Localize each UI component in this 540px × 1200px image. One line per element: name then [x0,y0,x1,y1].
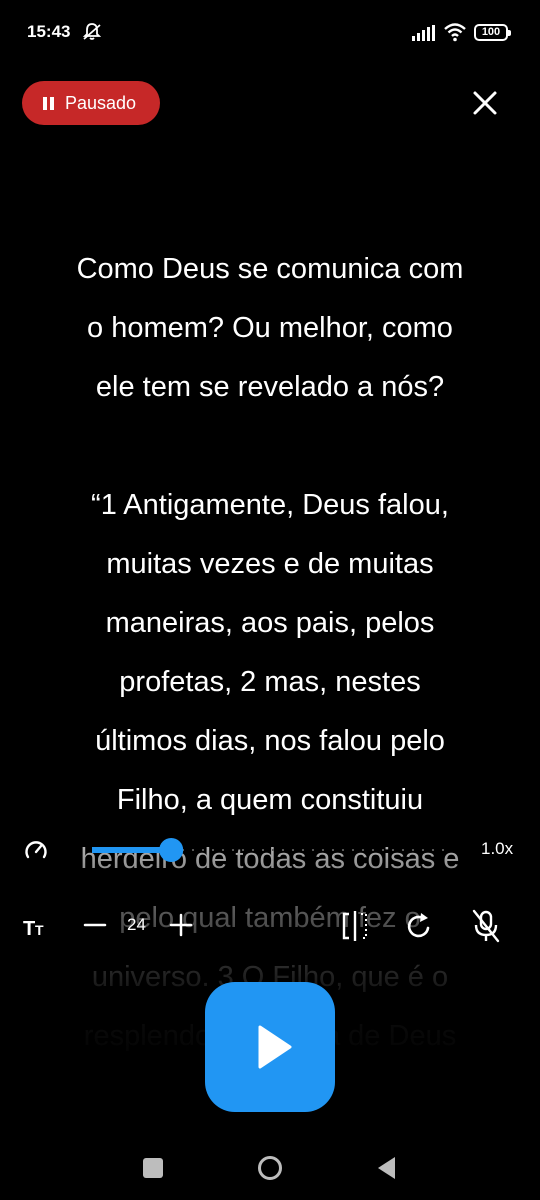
battery-indicator: 100 [474,24,511,41]
reader-line: ele tem se revelado a nós? [95,371,445,403]
play-button[interactable] [205,982,335,1112]
speed-label: 1.0x [481,839,514,858]
reader-line: Filho, a quem constituiu [116,784,424,816]
svg-text:T: T [35,922,44,938]
status-time: 15:43 [27,22,71,41]
speedometer-icon [25,841,47,859]
rotate-icon[interactable] [404,910,434,942]
pause-icon [43,96,55,110]
close-icon[interactable] [467,85,503,121]
paused-label: Pausado [65,92,137,113]
reader-line: maneiras, aos pais, pelos [105,607,435,639]
svg-text:T: T [23,918,35,938]
reader-line: profetas, 2 mas, nestes [119,666,421,698]
reader-line: o homem? Ou melhor, como [87,312,453,344]
muted-bell-icon [82,23,102,40]
reader-line: muitas vezes e de muitas [106,548,434,580]
reader-line: últimos dias, nos falou pelo [95,725,445,757]
play-icon [258,1025,292,1069]
mic-off-icon[interactable] [470,908,502,944]
status-bar: 15:43 100 [0,0,540,64]
signal-icon [412,25,435,41]
paused-status-button[interactable]: Pausado [22,81,160,125]
system-navigation-bar [0,1130,540,1200]
reader-line: Como Deus se comunica com [76,253,464,285]
text-size-icon[interactable]: T T [22,914,50,938]
font-size-value: 24 [127,915,146,934]
home-button[interactable] [257,1155,283,1181]
reader-line: “1 Antigamente, Deus falou, [91,489,449,521]
split-view-icon[interactable] [340,910,370,942]
decrease-font-button[interactable] [82,912,108,938]
wifi-icon [444,23,466,42]
back-button[interactable] [375,1155,397,1181]
speed-slider[interactable] [92,838,452,862]
increase-font-button[interactable] [168,912,194,938]
recent-apps-button[interactable] [143,1158,163,1178]
